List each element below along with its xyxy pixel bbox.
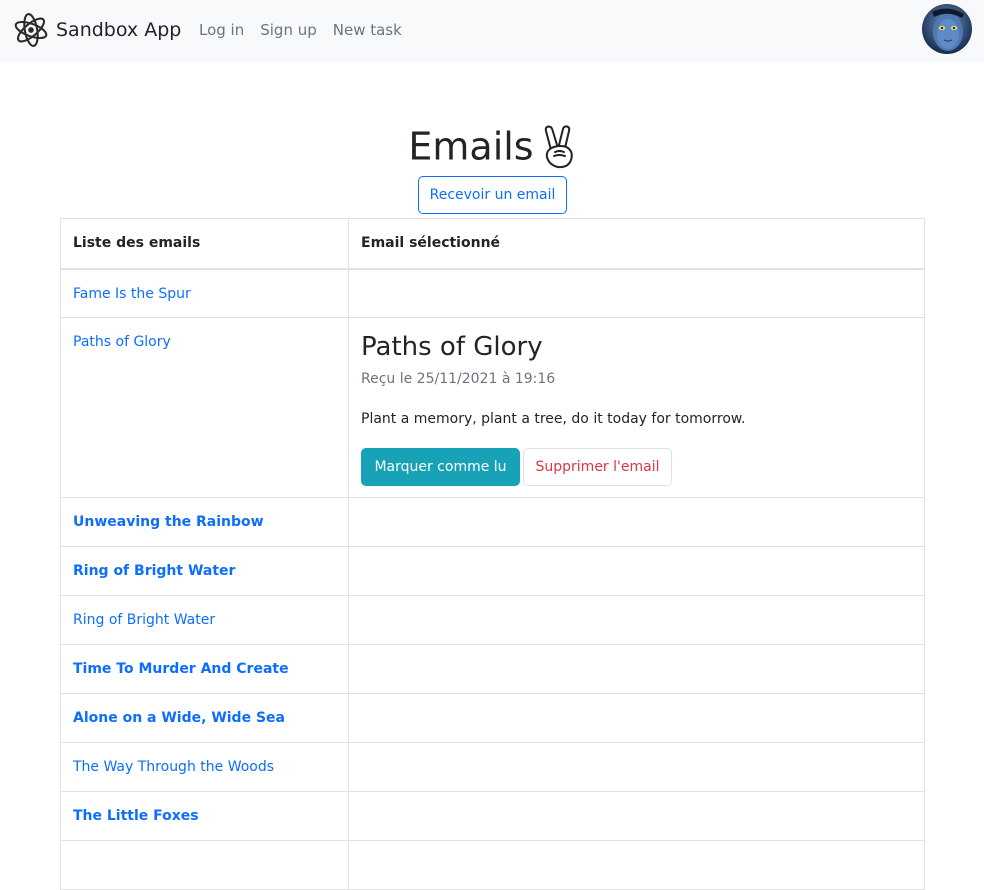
page-title-text: Emails [408, 124, 534, 169]
email-detail-cell [348, 268, 925, 318]
email-link-unread[interactable]: Unweaving the Rainbow [73, 514, 264, 531]
avatar-image [922, 4, 972, 54]
email-detail-cell [348, 497, 925, 547]
emails-table: Liste des emails Email sélectionné Fame … [60, 218, 925, 890]
email-detail-cell [348, 595, 925, 645]
email-list-cell: Alone on a Wide, Wide Sea [60, 693, 349, 743]
email-link[interactable]: Ring of Bright Water [73, 612, 215, 629]
atom-logo-icon [14, 13, 48, 47]
email-list-cell: The Little Foxes [60, 791, 349, 841]
email-list-cell: Unweaving the Rainbow [60, 497, 349, 547]
table-row-selected: Paths of Glory Paths of Glory Reçu le 25… [60, 317, 925, 498]
email-list-cell: Ring of Bright Water [60, 546, 349, 596]
email-link[interactable]: Fame Is the Spur [73, 286, 191, 303]
selected-email-date: Reçu le 25/11/2021 à 19:16 [361, 371, 556, 387]
table-row [60, 840, 925, 890]
victory-hand-icon [544, 124, 573, 168]
email-link-unread[interactable]: Ring of Bright Water [73, 563, 235, 580]
table-row: Ring of Bright Water [60, 546, 925, 596]
email-link-unread[interactable]: The Little Foxes [73, 808, 199, 825]
table-row: Time To Murder And Create [60, 644, 925, 694]
header-email-list: Liste des emails [60, 218, 349, 270]
email-link[interactable]: Paths of Glory [73, 334, 171, 351]
receive-email-button[interactable]: Recevoir un email [418, 176, 567, 214]
email-list-cell: Time To Murder And Create [60, 644, 349, 694]
selected-email-title: Paths of Glory [361, 332, 543, 362]
email-detail-cell [348, 742, 925, 792]
selected-email-actions: Marquer comme lu Supprimer l'email [361, 448, 912, 486]
table-row: Unweaving the Rainbow [60, 497, 925, 547]
table-row: Ring of Bright Water [60, 595, 925, 645]
nav-new-task[interactable]: New task [333, 21, 402, 39]
brand-link[interactable]: Sandbox App [12, 10, 181, 50]
email-list-cell: Ring of Bright Water [60, 595, 349, 645]
nav-links: Log in Sign up New task [199, 18, 418, 42]
email-link-unread[interactable]: Alone on a Wide, Wide Sea [73, 710, 285, 727]
email-link-unread[interactable]: Time To Murder And Create [73, 661, 289, 678]
table-row: Fame Is the Spur [60, 268, 925, 318]
nav-sign-up[interactable]: Sign up [260, 21, 317, 39]
email-detail-cell: Paths of Glory Reçu le 25/11/2021 à 19:1… [348, 317, 925, 498]
table-row: The Little Foxes [60, 791, 925, 841]
email-list-cell: Fame Is the Spur [60, 268, 349, 318]
email-link[interactable]: The Way Through the Woods [73, 759, 274, 776]
page-title: Emails [0, 118, 984, 173]
table-row: Alone on a Wide, Wide Sea [60, 693, 925, 743]
email-list-cell: Paths of Glory [60, 317, 349, 498]
table-row: The Way Through the Woods [60, 742, 925, 792]
email-detail-cell [348, 644, 925, 694]
header-selected-email: Email sélectionné [348, 218, 925, 270]
user-avatar-icon[interactable] [922, 4, 972, 54]
navbar: Sandbox App Log in Sign up New task [0, 0, 984, 62]
email-list-cell [60, 840, 349, 890]
email-detail-cell [348, 791, 925, 841]
email-detail-cell [348, 693, 925, 743]
email-list-cell: The Way Through the Woods [60, 742, 349, 792]
email-detail-cell [348, 546, 925, 596]
table-header-row: Liste des emails Email sélectionné [60, 218, 925, 270]
nav-log-in[interactable]: Log in [199, 21, 244, 39]
delete-email-button[interactable]: Supprimer l'email [523, 448, 672, 486]
brand-name: Sandbox App [56, 19, 182, 41]
selected-email-body: Plant a memory, plant a tree, do it toda… [361, 411, 746, 427]
email-detail-cell [348, 840, 925, 890]
mark-read-button[interactable]: Marquer comme lu [361, 448, 520, 486]
